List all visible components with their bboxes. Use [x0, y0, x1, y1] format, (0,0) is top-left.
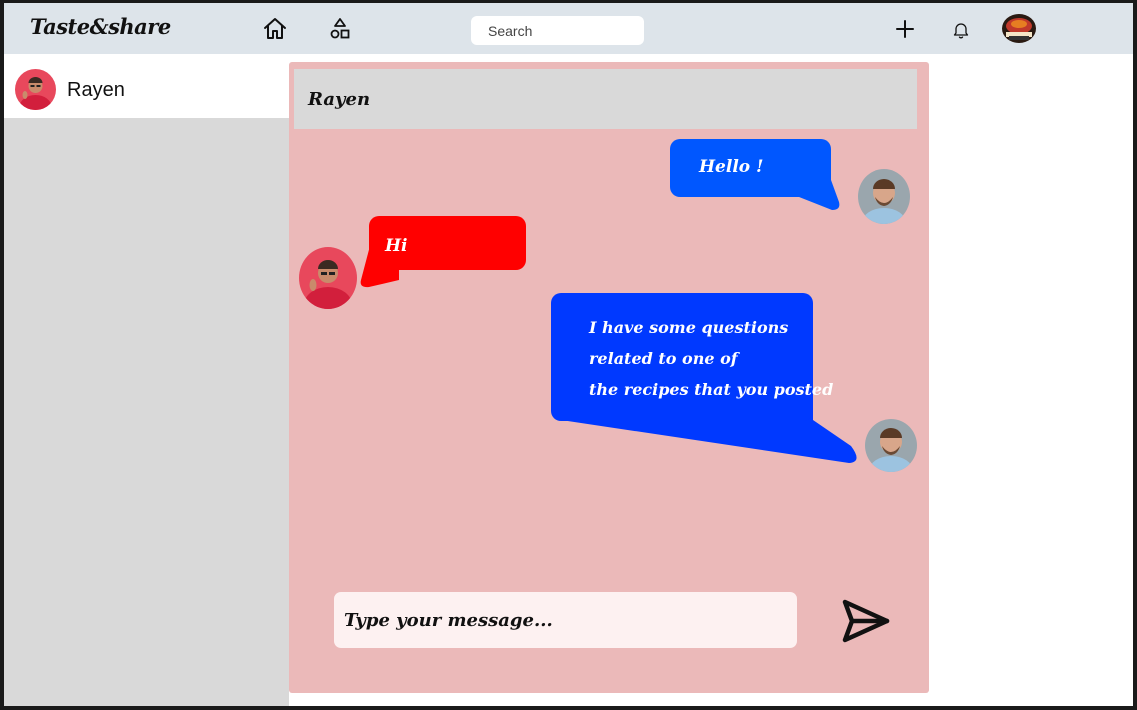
chat-title: Rayen: [308, 89, 371, 110]
user-avatar[interactable]: [1002, 14, 1036, 43]
conversation-item-rayen[interactable]: Rayen: [4, 54, 289, 118]
send-icon[interactable]: [840, 597, 892, 645]
bubble-tail: [794, 180, 840, 210]
bell-icon[interactable]: [951, 20, 971, 40]
message-line: the recipes that you posted: [589, 380, 834, 399]
my-avatar: [858, 169, 910, 224]
contact-avatar: [299, 247, 357, 309]
message-line: related to one of: [589, 349, 738, 368]
conversation-list: Rayen: [4, 54, 289, 706]
message-line: I have some questions: [589, 318, 789, 337]
message-bubble-outgoing: I have some questions related to one of …: [551, 293, 833, 421]
message-input[interactable]: [334, 592, 797, 648]
message-text: I have some questions related to one of …: [589, 312, 833, 405]
home-icon[interactable]: [262, 16, 288, 42]
message-bubble-incoming: Hi: [369, 216, 526, 270]
categories-icon[interactable]: [327, 16, 353, 42]
chat-header: Rayen: [294, 69, 917, 129]
my-avatar: [865, 419, 917, 472]
message-text: Hello !: [699, 157, 764, 177]
contact-avatar: [15, 69, 56, 110]
app-logo[interactable]: Taste&share: [30, 14, 171, 39]
top-bar: Taste&share: [4, 3, 1133, 54]
search-input[interactable]: [471, 16, 644, 45]
message-text: Hi: [385, 236, 408, 256]
contact-name: Rayen: [67, 79, 125, 101]
plus-icon[interactable]: [893, 17, 917, 41]
chat-panel: Rayen Hello ! Hi I have some questions r…: [289, 62, 929, 693]
